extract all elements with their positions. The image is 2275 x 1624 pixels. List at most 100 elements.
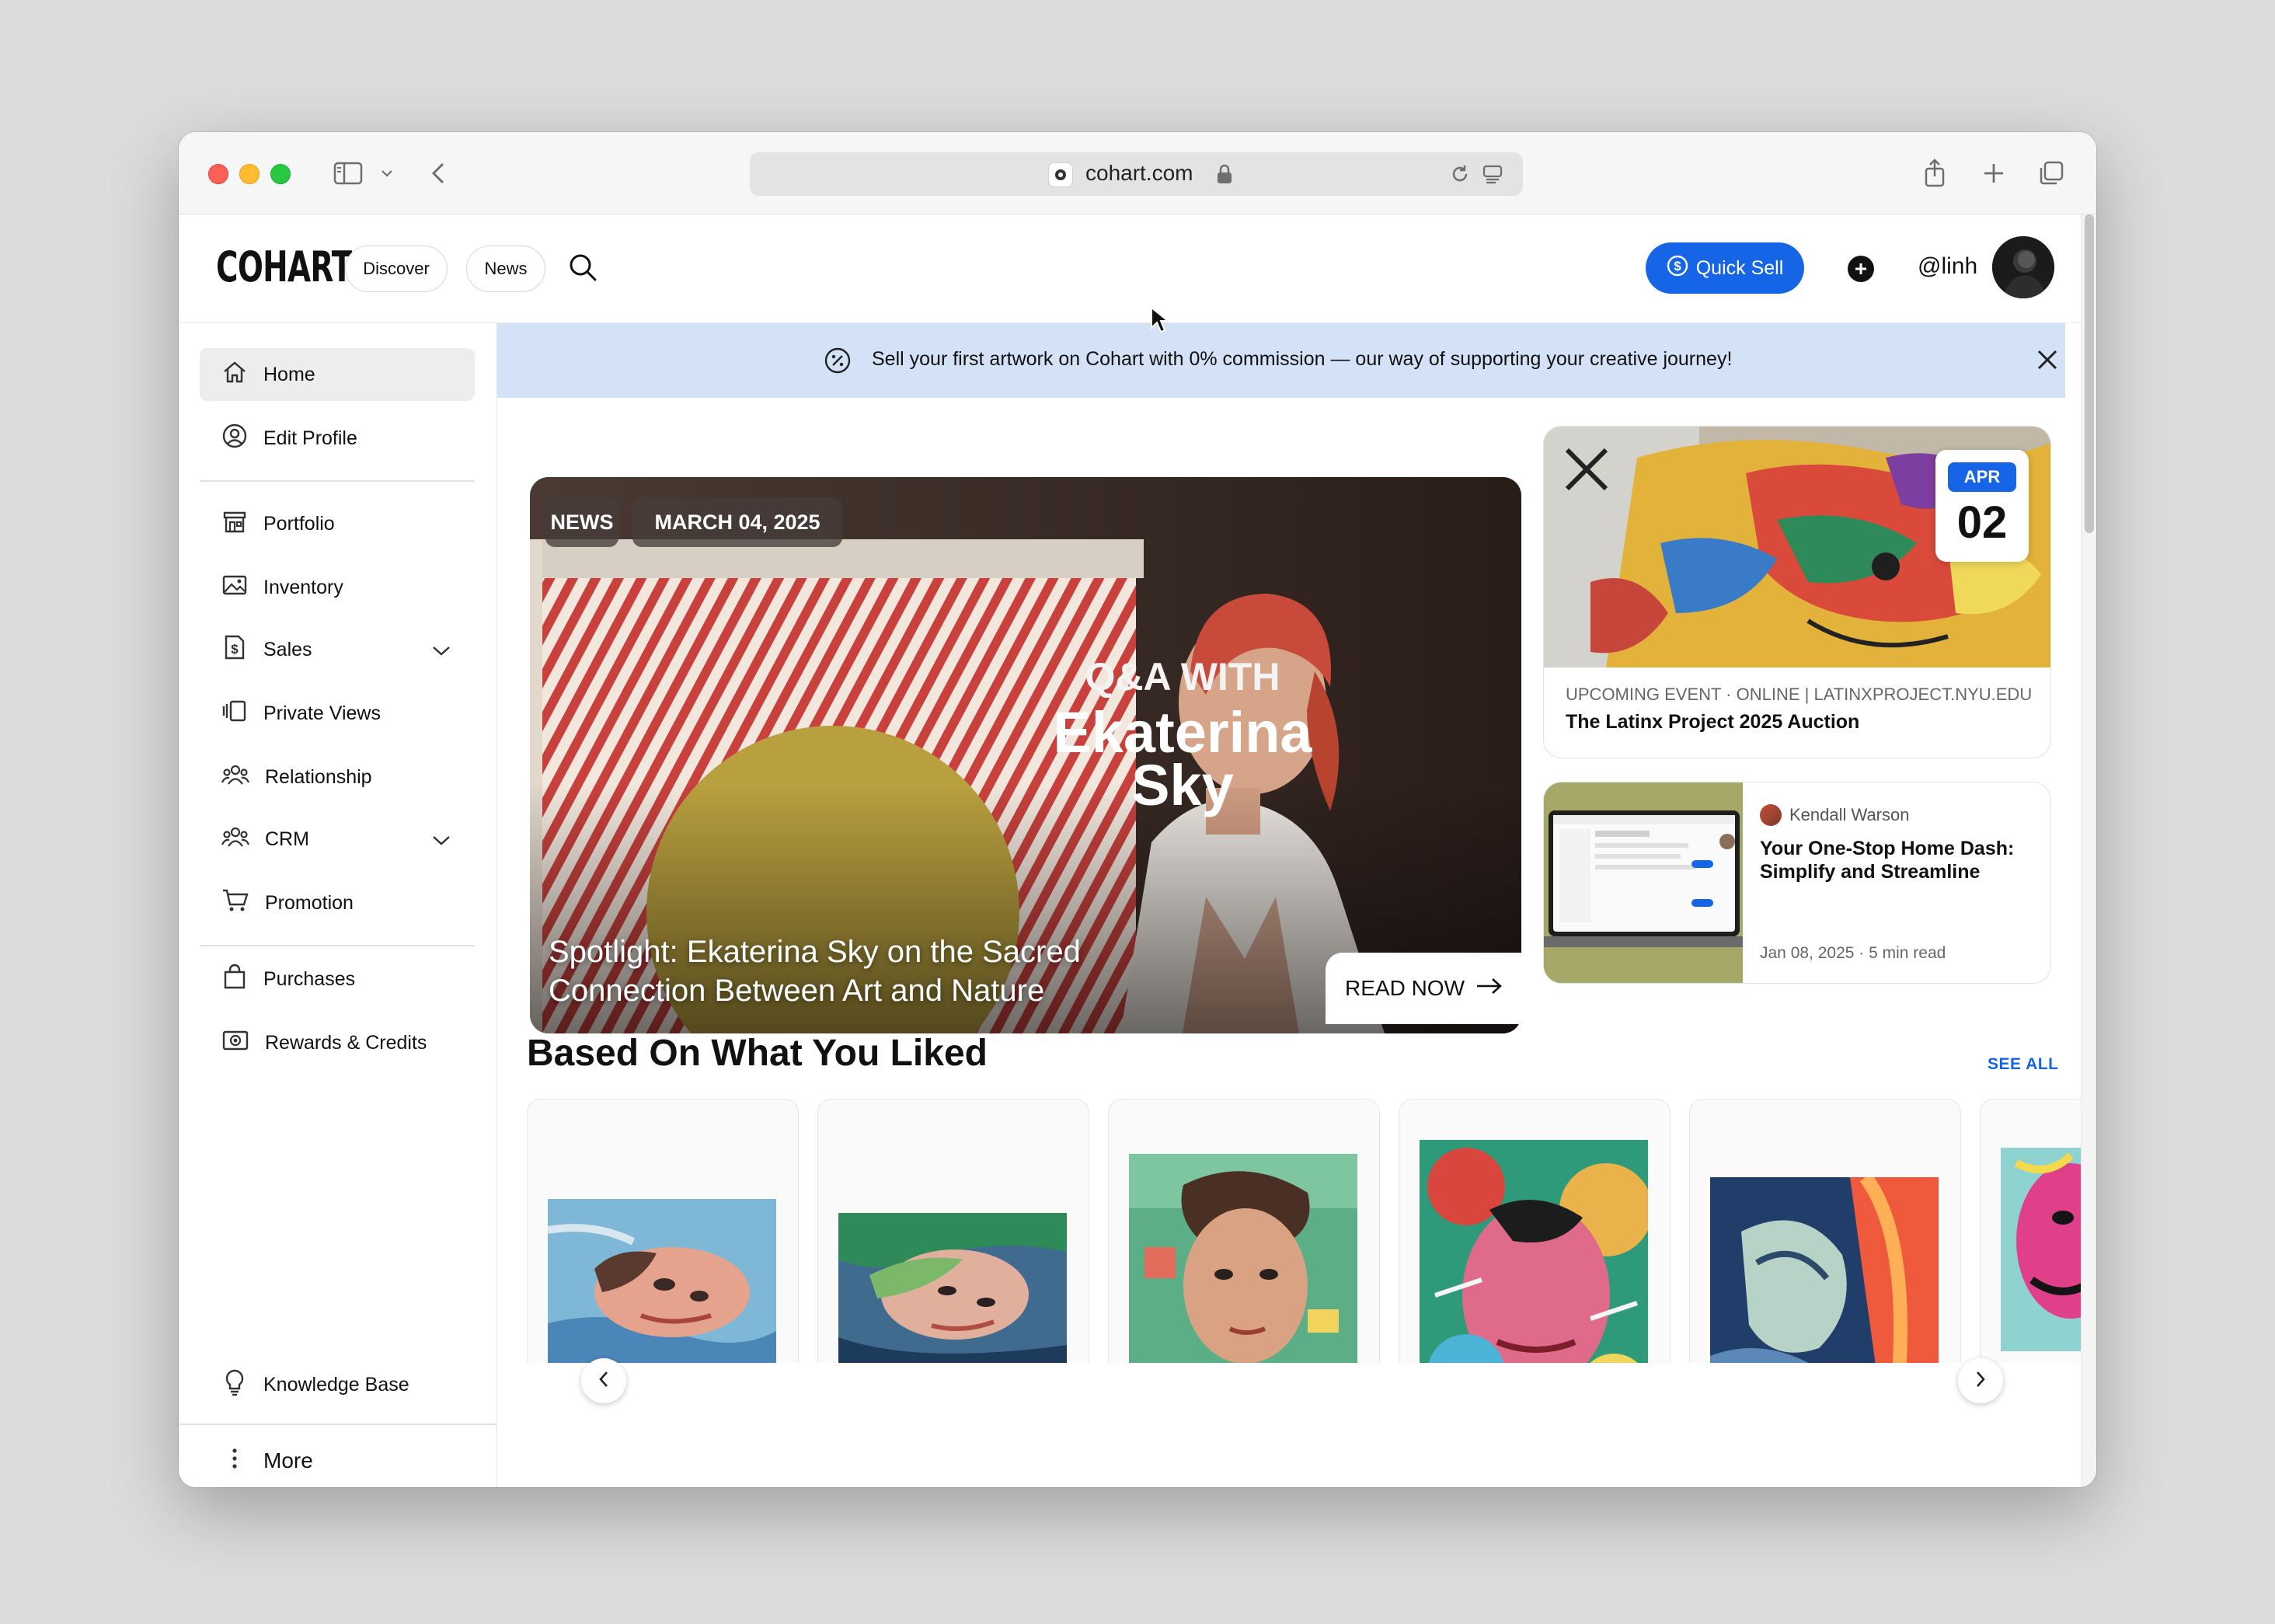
dollar-doc-icon: $ — [221, 634, 248, 666]
sidebar-item-rewards-credits[interactable]: Rewards & Credits — [200, 1016, 475, 1069]
tab-overview-icon[interactable] — [2036, 155, 2067, 191]
add-circle-icon[interactable] — [1848, 256, 1874, 282]
article-thumbnail — [1544, 782, 1743, 983]
sidebar-item-promotion[interactable]: Promotion — [200, 876, 475, 929]
artwork-image — [1710, 1177, 1939, 1363]
page-scrollbar[interactable] — [2081, 214, 2096, 1487]
address-bar[interactable]: cohart.com — [750, 152, 1523, 196]
sidebar: Home Edit Profile Portfolio Inventory $ … — [179, 323, 497, 1487]
minimize-window-button[interactable] — [239, 164, 260, 184]
artwork-card[interactable] — [1689, 1099, 1961, 1363]
new-tab-icon[interactable] — [1978, 155, 2009, 191]
event-month: APR — [1948, 462, 2016, 492]
sidebar-item-label: Edit Profile — [263, 427, 357, 449]
carousel-next-button[interactable] — [1958, 1358, 2003, 1403]
sidebar-item-sales[interactable]: $ Sales — [200, 623, 475, 676]
svg-text:$: $ — [1674, 259, 1681, 274]
sidebar-item-more[interactable]: More — [200, 1434, 475, 1487]
sidebar-toggle-icon[interactable] — [331, 155, 365, 191]
sidebar-item-home[interactable]: Home — [200, 348, 475, 401]
percent-badge-icon — [824, 347, 852, 378]
storefront-icon — [221, 508, 248, 540]
sidebar-item-private-views[interactable]: Private Views — [200, 687, 475, 740]
sidebar-divider — [200, 945, 475, 946]
artwork-card[interactable] — [1980, 1099, 2089, 1363]
chevron-down-icon[interactable] — [431, 640, 451, 663]
scrollbar-thumb[interactable] — [2085, 214, 2094, 533]
sidebar-item-label: Promotion — [265, 891, 354, 914]
share-icon[interactable] — [1919, 155, 1950, 191]
close-window-button[interactable] — [208, 164, 228, 184]
author-avatar — [1760, 804, 1782, 826]
event-title: The Latinx Project 2025 Auction — [1566, 711, 1860, 733]
sidebar-item-purchases[interactable]: Purchases — [200, 953, 475, 1005]
sidebar-item-crm[interactable]: CRM — [200, 813, 475, 866]
sidebar-item-knowledge-base[interactable]: Knowledge Base — [200, 1358, 475, 1411]
read-now-button[interactable]: READ NOW — [1326, 953, 1523, 1024]
quick-sell-button[interactable]: $ Quick Sell — [1646, 242, 1804, 294]
more-vertical-icon — [221, 1445, 248, 1477]
svg-text:$: $ — [231, 642, 239, 657]
artwork-card[interactable] — [817, 1099, 1089, 1363]
hero-news-card[interactable]: NEWS MARCH 04, 2025 Q&A WITH Ekaterina S… — [530, 477, 1521, 1033]
lightbulb-icon — [221, 1368, 248, 1402]
user-circle-icon — [221, 423, 248, 455]
quick-sell-label: Quick Sell — [1695, 256, 1784, 279]
hero-overlay-name-line: Sky — [1131, 753, 1234, 817]
artwork-image — [2001, 1148, 2088, 1351]
reader-mode-icon[interactable] — [1482, 163, 1503, 189]
cohart-logo[interactable]: COHART — [216, 242, 352, 291]
sidebar-item-label: CRM — [265, 828, 309, 850]
reload-icon[interactable] — [1449, 163, 1471, 189]
section-title: Based On What You Liked — [527, 1033, 988, 1074]
artwork-card[interactable] — [1399, 1099, 1671, 1363]
promo-banner: Sell your first artwork on Cohart with 0… — [497, 323, 2065, 398]
zoom-window-button[interactable] — [270, 164, 291, 184]
close-icon[interactable] — [2036, 348, 2059, 375]
search-icon[interactable] — [567, 252, 598, 287]
discover-button[interactable]: Discover — [345, 246, 448, 292]
mouse-pointer-icon — [1150, 305, 1170, 338]
carousel-prev-button[interactable] — [581, 1358, 626, 1403]
artwork-card[interactable] — [527, 1099, 799, 1363]
artwork-image — [1129, 1154, 1357, 1363]
sidebar-item-label: Rewards & Credits — [265, 1031, 427, 1054]
url-text: cohart.com — [1085, 161, 1193, 185]
chevron-down-icon[interactable] — [378, 155, 396, 191]
sidebar-item-inventory[interactable]: Inventory — [200, 561, 475, 614]
artwork-image — [548, 1199, 776, 1363]
event-card[interactable]: APR 02 UPCOMING EVENT · ONLINE | LATINXP… — [1543, 426, 2051, 758]
sidebar-item-label: Inventory — [263, 576, 343, 598]
hero-overlay-name: Ekaterina Sky — [903, 700, 1462, 817]
hero-overlay-text: Q&A WITH — [1085, 655, 1280, 699]
event-day: 02 — [1956, 497, 2008, 548]
chevron-left-icon — [597, 1370, 610, 1392]
sidebar-item-edit-profile[interactable]: Edit Profile — [200, 412, 475, 465]
back-arrow-icon[interactable] — [424, 155, 452, 191]
hero-title-line: Spotlight: Ekaterina Sky on the Sacred — [549, 935, 1081, 969]
avatar[interactable] — [1992, 236, 2054, 298]
arrow-right-icon — [1475, 976, 1503, 1001]
article-date: Jan 08, 2025 · 5 min read — [1760, 944, 1946, 962]
hero-title: Spotlight: Ekaterina Sky on the Sacred C… — [549, 932, 1186, 1010]
see-all-link[interactable]: SEE ALL — [1988, 1055, 2058, 1074]
site-header: COHART Discover News $ Quick Sell @linh — [179, 214, 2081, 323]
username-label[interactable]: @linh — [1918, 253, 1977, 280]
date-tag: MARCH 04, 2025 — [632, 497, 842, 547]
private-views-icon — [221, 698, 248, 730]
artwork-card[interactable] — [1108, 1099, 1380, 1363]
home-icon — [221, 359, 248, 391]
chevron-down-icon[interactable] — [431, 830, 451, 852]
sidebar-item-label: Purchases — [263, 967, 356, 990]
sidebar-item-label: Private Views — [263, 702, 381, 724]
article-card[interactable]: Kendall Warson Your One-Stop Home Dash: … — [1543, 782, 2051, 984]
banner-text: Sell your first artwork on Cohart with 0… — [872, 348, 1733, 370]
sidebar-item-relationship[interactable]: Relationship — [200, 751, 475, 803]
news-button[interactable]: News — [466, 246, 545, 292]
news-tag: NEWS — [545, 497, 618, 547]
rewards-icon — [221, 1027, 249, 1059]
lock-icon — [1216, 163, 1233, 189]
cart-icon — [221, 887, 249, 919]
sidebar-item-portfolio[interactable]: Portfolio — [200, 497, 475, 550]
hero-overlay-name-line: Ekaterina — [1053, 700, 1312, 765]
